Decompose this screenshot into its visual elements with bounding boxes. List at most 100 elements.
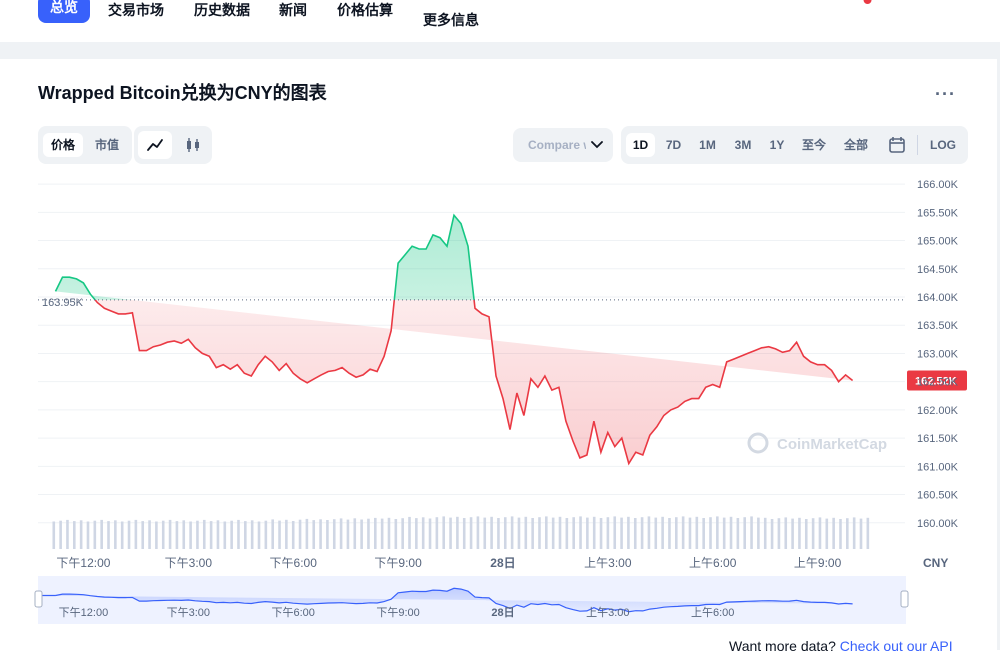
volume-bar [209, 521, 213, 549]
range-1d-button[interactable]: 1D [626, 133, 655, 157]
volume-bar [763, 517, 767, 549]
tab-more-info[interactable]: 更多信息 [423, 10, 479, 30]
watermark-text: CoinMarketCap [777, 436, 887, 453]
volume-bar [592, 516, 596, 549]
volume-bar [565, 518, 569, 549]
volume-bar [551, 517, 555, 549]
chevron-down-icon [591, 141, 603, 149]
volume-bar [818, 517, 822, 549]
price-line-up [54, 213, 475, 300]
navigator-window [38, 576, 906, 624]
range-divider [917, 135, 918, 155]
volume-bar [804, 519, 808, 549]
volume-bar [777, 518, 781, 549]
price-area-up [55, 215, 475, 300]
volume-bar [490, 516, 493, 549]
volume-bar [380, 518, 384, 549]
volume-bar [825, 518, 829, 549]
volume-bar [52, 521, 56, 549]
volume-bar [770, 519, 774, 549]
tab-price-estimates[interactable]: 价格估算 [337, 0, 393, 20]
api-promo: Want more data? Check out our API [729, 638, 953, 654]
y-tick-label: 161.50K [917, 433, 959, 445]
volume-bar [640, 517, 644, 549]
volume-bar [750, 516, 753, 549]
volume-bar [428, 518, 432, 549]
volume-bar [599, 518, 603, 549]
volume-bar [709, 517, 712, 549]
volume-bar [647, 516, 651, 549]
range-7d-button[interactable]: 7D [659, 133, 688, 157]
metric-marketcap-button[interactable]: 市值 [86, 133, 128, 157]
volume-bar [811, 518, 815, 549]
volume-bar [517, 517, 521, 549]
volume-bar [244, 521, 247, 549]
y-tick-label: 162.00K [917, 405, 959, 417]
volume-bar [230, 520, 233, 549]
api-link[interactable]: Check out our API [840, 638, 953, 654]
navigator-line [55, 587, 853, 613]
calendar-icon[interactable] [880, 133, 914, 157]
volume-bar [579, 516, 582, 549]
more-horizontal-icon[interactable]: ··· [935, 84, 956, 105]
volume-bar [695, 516, 699, 549]
volume-bar [736, 518, 740, 549]
volume-bar [93, 520, 97, 549]
volume-bar [148, 520, 151, 549]
volume-bar [620, 517, 623, 549]
volume-bar [408, 516, 411, 549]
volume-bar [79, 520, 83, 549]
log-scale-button[interactable]: LOG [922, 133, 964, 157]
y-tick-label: 162.50K [917, 377, 959, 389]
navigator-right-handle[interactable] [900, 590, 909, 608]
volume-bar [497, 518, 500, 549]
volume-bar [346, 519, 350, 549]
volume-bar [839, 519, 842, 549]
y-axis: 160.00K 160.50K 161.00K 161.50K 162.00K 162.5… [917, 179, 959, 530]
x-axis: 下午12:00 下午3:00 下午6:00 下午9:00 28日 上午3:00 上午6:00… [56, 556, 841, 570]
metric-price-button[interactable]: 价格 [43, 133, 83, 157]
range-3m-button[interactable]: 3M [727, 133, 759, 157]
y-tick-label: 160.50K [917, 490, 959, 502]
tab-historical-data[interactable]: 历史数据 [194, 0, 250, 20]
top-tab-bar: 总览 交易市场 历史数据 新闻 价格估算 更多信息 [0, 0, 1000, 42]
candlestick-icon[interactable] [176, 131, 210, 159]
navigator-x-axis: 下午12:00 下午3:00 下午6:00 下午9:00 28日 上午3:00 上午6:00 [59, 606, 735, 619]
volume-bar [189, 521, 192, 549]
volume-bar [326, 520, 329, 549]
x-tick-label: 下午9:00 [374, 556, 422, 570]
line-chart-icon[interactable] [138, 131, 172, 159]
compare-label: Compare with [528, 138, 586, 152]
volume-bar [633, 518, 637, 549]
tab-overview[interactable]: 总览 [38, 0, 90, 23]
x-tick-label: 上午3:00 [584, 556, 632, 570]
volume-bar [702, 518, 705, 549]
navigator-x-tick-label: 下午9:00 [376, 606, 419, 619]
volume-bar [298, 519, 302, 549]
chart-style-toggle [134, 126, 212, 164]
volume-bar [360, 519, 363, 549]
compare-dropdown[interactable]: Compare with [513, 128, 613, 162]
tab-news[interactable]: 新闻 [279, 0, 307, 20]
volume-bar [237, 519, 240, 549]
range-1y-button[interactable]: 1Y [763, 133, 791, 157]
volume-bar [722, 517, 726, 549]
currency-label: CNY [923, 556, 948, 570]
y-tick-label: 163.00K [917, 348, 959, 360]
x-tick-label: 28日 [490, 556, 515, 570]
volume-bar [716, 516, 719, 549]
volume-bars [52, 516, 870, 549]
volume-bar [681, 516, 685, 549]
tab-markets[interactable]: 交易市场 [108, 0, 164, 20]
navigator-left-handle[interactable] [34, 590, 43, 608]
volume-bar [155, 521, 158, 549]
x-tick-label: 上午6:00 [689, 556, 737, 570]
volume-bar [175, 521, 179, 549]
range-ytd-button[interactable]: 至今 [796, 133, 832, 157]
range-1m-button[interactable]: 1M [693, 133, 722, 157]
volume-bar [216, 520, 220, 549]
range-all-button[interactable]: 全部 [837, 133, 875, 157]
volume-bar [66, 519, 69, 549]
volume-bar [394, 519, 398, 549]
volume-bar [291, 521, 295, 549]
